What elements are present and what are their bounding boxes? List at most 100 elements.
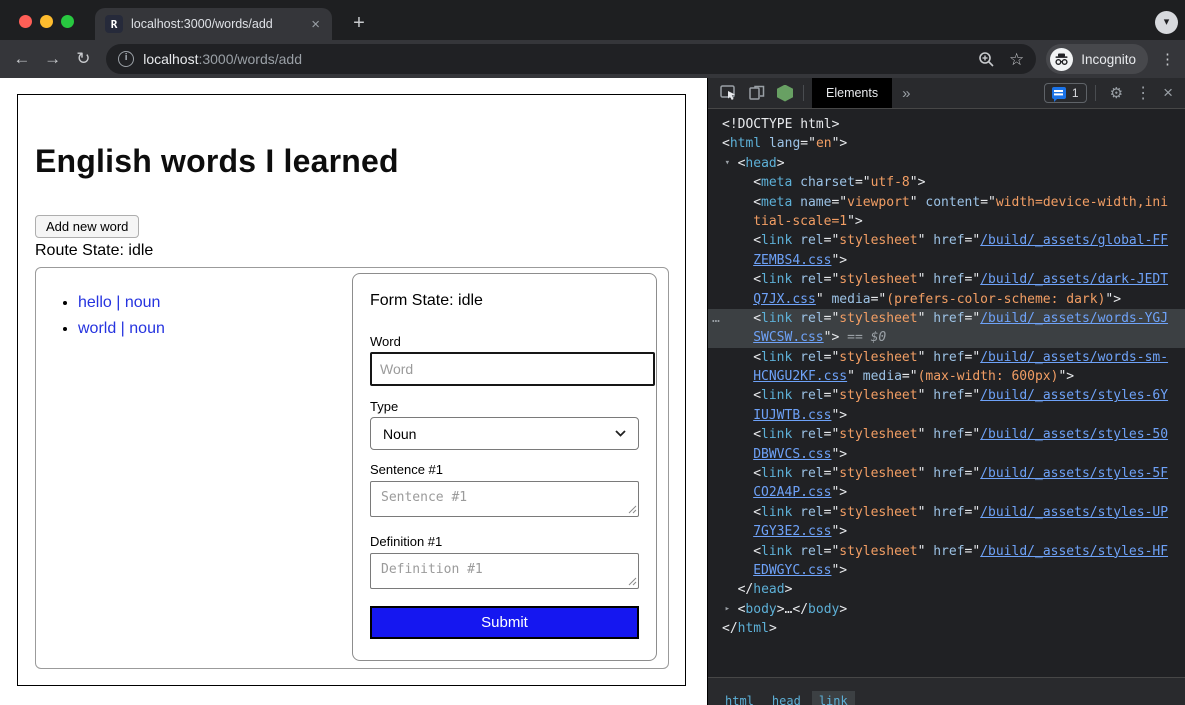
- minimize-window-button[interactable]: [40, 15, 53, 28]
- code-token-ln[interactable]: /build/_assets/styles-50: [980, 427, 1168, 442]
- issues-counter[interactable]: 1: [1044, 83, 1087, 103]
- tab-close-icon[interactable]: ×: [309, 17, 322, 32]
- code-line[interactable]: <link rel="stylesheet" href="/build/_ass…: [708, 464, 1185, 483]
- code-line[interactable]: <link rel="stylesheet" href="/build/_ass…: [708, 425, 1185, 444]
- code-line[interactable]: <meta charset="utf-8">: [708, 173, 1185, 192]
- code-token-pu: =": [824, 505, 840, 520]
- gutter-ellipsis-icon[interactable]: …: [712, 309, 720, 328]
- devtools-menu-icon[interactable]: ⋮: [1135, 83, 1151, 103]
- chrome-menu-icon[interactable]: ⋮: [1160, 50, 1175, 68]
- breadcrumb-head[interactable]: head: [765, 691, 808, 705]
- code-line[interactable]: <html lang="en">: [708, 134, 1185, 153]
- word-input[interactable]: [370, 352, 655, 386]
- sentence-textarea[interactable]: [370, 481, 639, 517]
- type-select[interactable]: Noun: [370, 417, 639, 450]
- code-token-ln[interactable]: CO2A4P.css: [753, 485, 831, 500]
- site-info-icon[interactable]: i: [118, 51, 134, 67]
- settings-gear-icon[interactable]: ⚙: [1110, 84, 1123, 102]
- definition-textarea[interactable]: [370, 553, 639, 589]
- browser-tab[interactable]: R localhost:3000/words/add ×: [95, 8, 332, 40]
- code-line[interactable]: <link rel="stylesheet" href="/build/_ass…: [708, 348, 1185, 367]
- breadcrumb-link[interactable]: link: [812, 691, 855, 705]
- code-line[interactable]: <link rel="stylesheet" href="/build/_ass…: [708, 542, 1185, 561]
- code-token-ln[interactable]: /build/_assets/styles-HF: [980, 544, 1168, 559]
- new-tab-button[interactable]: +: [346, 11, 372, 37]
- code-line[interactable]: DBWVCS.css">: [708, 445, 1185, 464]
- breadcrumb-html[interactable]: html: [718, 691, 761, 705]
- code-token-ln[interactable]: Q7JX.css: [753, 292, 816, 307]
- code-line[interactable]: <link rel="stylesheet" href="/build/_ass…: [708, 270, 1185, 289]
- code-line[interactable]: ▸<body>…</body>: [708, 600, 1185, 619]
- code-token-ln[interactable]: /build/_assets/dark-JEDT: [980, 272, 1168, 287]
- devtools-close-icon[interactable]: ×: [1163, 83, 1173, 103]
- back-icon[interactable]: ←: [10, 46, 34, 72]
- issues-bubble-icon: [1052, 87, 1066, 99]
- resize-grip-icon[interactable]: [628, 577, 637, 586]
- code-token-av: utf-8: [871, 175, 910, 190]
- code-line[interactable]: tial-scale=1">: [708, 212, 1185, 231]
- add-new-word-button[interactable]: Add new word: [35, 215, 139, 238]
- code-line[interactable]: </head>: [708, 580, 1185, 599]
- words-panel: hello | nounworld | noun Form State: idl…: [35, 267, 669, 669]
- code-token-ln[interactable]: /build/_assets/styles-5F: [980, 466, 1168, 481]
- toolbar-divider: [1095, 85, 1096, 101]
- code-line[interactable]: ZEMBS4.css">: [708, 251, 1185, 270]
- code-line[interactable]: </html>: [708, 619, 1185, 638]
- code-token-pu: >…</: [777, 602, 808, 617]
- code-token-ln[interactable]: /build/_assets/words-YGJ: [980, 311, 1168, 326]
- bookmark-star-icon[interactable]: ☆: [1009, 51, 1024, 68]
- code-line[interactable]: IUJWTB.css">: [708, 406, 1185, 425]
- code-token-pu: [792, 388, 800, 403]
- resize-grip-icon[interactable]: [628, 505, 637, 514]
- word-link[interactable]: world | noun: [78, 320, 165, 337]
- address-bar[interactable]: i localhost:3000/words/add ☆: [106, 44, 1036, 74]
- code-token-ln[interactable]: /build/_assets/styles-6Y: [980, 388, 1168, 403]
- code-line[interactable]: Q7JX.css" media="(prefers-color-scheme: …: [708, 290, 1185, 309]
- collapsed-arrow-icon[interactable]: ▸: [725, 600, 730, 619]
- definition-textarea-wrap: [370, 553, 639, 589]
- code-line[interactable]: HCNGU2KF.css" media="(max-width: 600px)"…: [708, 367, 1185, 386]
- code-token-pu: ">: [1105, 292, 1121, 307]
- code-token-ln[interactable]: DBWVCS.css: [753, 447, 831, 462]
- expanded-arrow-icon[interactable]: ▾: [725, 154, 730, 173]
- code-token-av: en: [816, 136, 832, 151]
- code-token-ln[interactable]: /build/_assets/words-sm-: [980, 350, 1168, 365]
- code-token-ln[interactable]: IUJWTB.css: [753, 408, 831, 423]
- code-token-pu: [792, 544, 800, 559]
- code-line[interactable]: <!DOCTYPE html>: [708, 115, 1185, 134]
- close-window-button[interactable]: [19, 15, 32, 28]
- code-line[interactable]: <link rel="stylesheet" href="/build/_ass…: [708, 503, 1185, 522]
- code-line[interactable]: <meta name="viewport" content="width=dev…: [708, 193, 1185, 212]
- profile-chevron-icon[interactable]: ▾: [1155, 11, 1178, 34]
- code-token-ln[interactable]: SWCSW.css: [753, 330, 823, 345]
- code-token-ln[interactable]: HCNGU2KF.css: [753, 369, 847, 384]
- code-line[interactable]: <link rel="stylesheet" href="/build/_ass…: [708, 386, 1185, 405]
- inspect-element-icon[interactable]: [720, 85, 737, 101]
- word-link[interactable]: hello | noun: [78, 294, 160, 311]
- forward-icon[interactable]: →: [41, 46, 65, 72]
- code-token-pu: =": [965, 505, 981, 520]
- code-line[interactable]: ▾<head>: [708, 154, 1185, 173]
- code-line[interactable]: <link rel="stylesheet" href="/build/_ass…: [708, 231, 1185, 250]
- code-token-ln[interactable]: /build/_assets/styles-UP: [980, 505, 1168, 520]
- code-line[interactable]: SWCSW.css"> == $0: [708, 328, 1185, 347]
- zoom-icon[interactable]: [978, 51, 995, 68]
- submit-button[interactable]: Submit: [370, 606, 639, 639]
- code-token-ln[interactable]: EDWGYC.css: [753, 563, 831, 578]
- code-line[interactable]: CO2A4P.css">: [708, 483, 1185, 502]
- code-line[interactable]: …<link rel="stylesheet" href="/build/_as…: [708, 309, 1185, 328]
- device-toolbar-icon[interactable]: [749, 85, 765, 101]
- more-tabs-icon[interactable]: »: [902, 85, 910, 102]
- reload-icon[interactable]: ↻: [71, 46, 95, 72]
- code-token-pu: ">: [831, 253, 847, 268]
- code-token-ln[interactable]: 7GY3E2.css: [753, 524, 831, 539]
- code-line[interactable]: 7GY3E2.css">: [708, 522, 1185, 541]
- tab-elements[interactable]: Elements: [812, 78, 892, 108]
- node-hexagon-icon[interactable]: [777, 85, 793, 102]
- maximize-window-button[interactable]: [61, 15, 74, 28]
- code-line[interactable]: EDWGYC.css">: [708, 561, 1185, 580]
- code-token-tag: head: [745, 156, 776, 171]
- code-token-ln[interactable]: /build/_assets/global-FF: [980, 233, 1168, 248]
- code-token-pu: [792, 175, 800, 190]
- code-token-ln[interactable]: ZEMBS4.css: [753, 253, 831, 268]
